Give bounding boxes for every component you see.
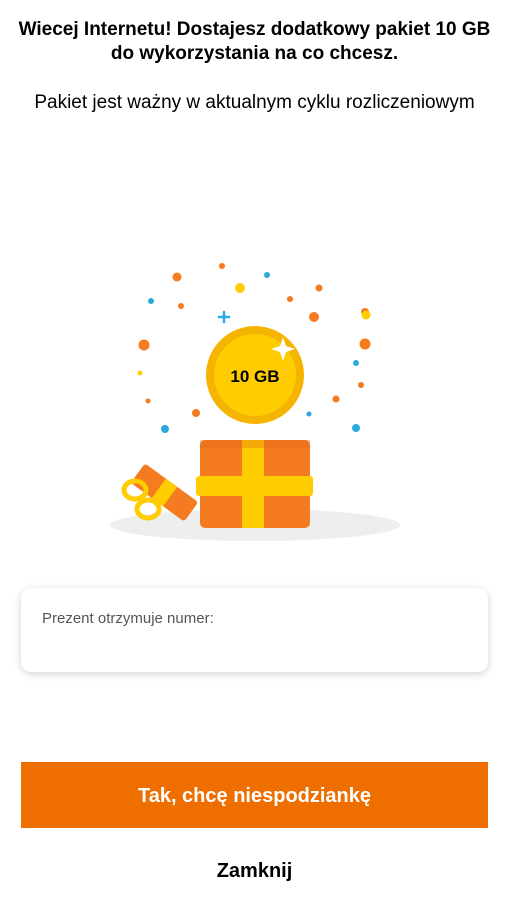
confirm-gift-button[interactable]: Tak, chcę niespodziankę — [21, 762, 488, 828]
recipient-card: Prezent otrzymuje numer: — [21, 588, 488, 672]
coin-icon: 10 GB — [206, 326, 304, 424]
recipient-label: Prezent otrzymuje numer: — [42, 610, 214, 627]
close-button[interactable]: Zamknij — [0, 860, 509, 883]
gift-illustration: 10 GB — [100, 255, 410, 555]
page-title: Wiecej Internetu! Dostajesz dodatkowy pa… — [18, 19, 491, 64]
page-subtitle: Pakiet jest ważny w aktualnym cyklu rozl… — [34, 92, 475, 113]
gift-box-with-coin-icon: 10 GB — [110, 263, 400, 541]
gift-box — [196, 440, 313, 528]
coin-label: 10 GB — [230, 367, 279, 386]
